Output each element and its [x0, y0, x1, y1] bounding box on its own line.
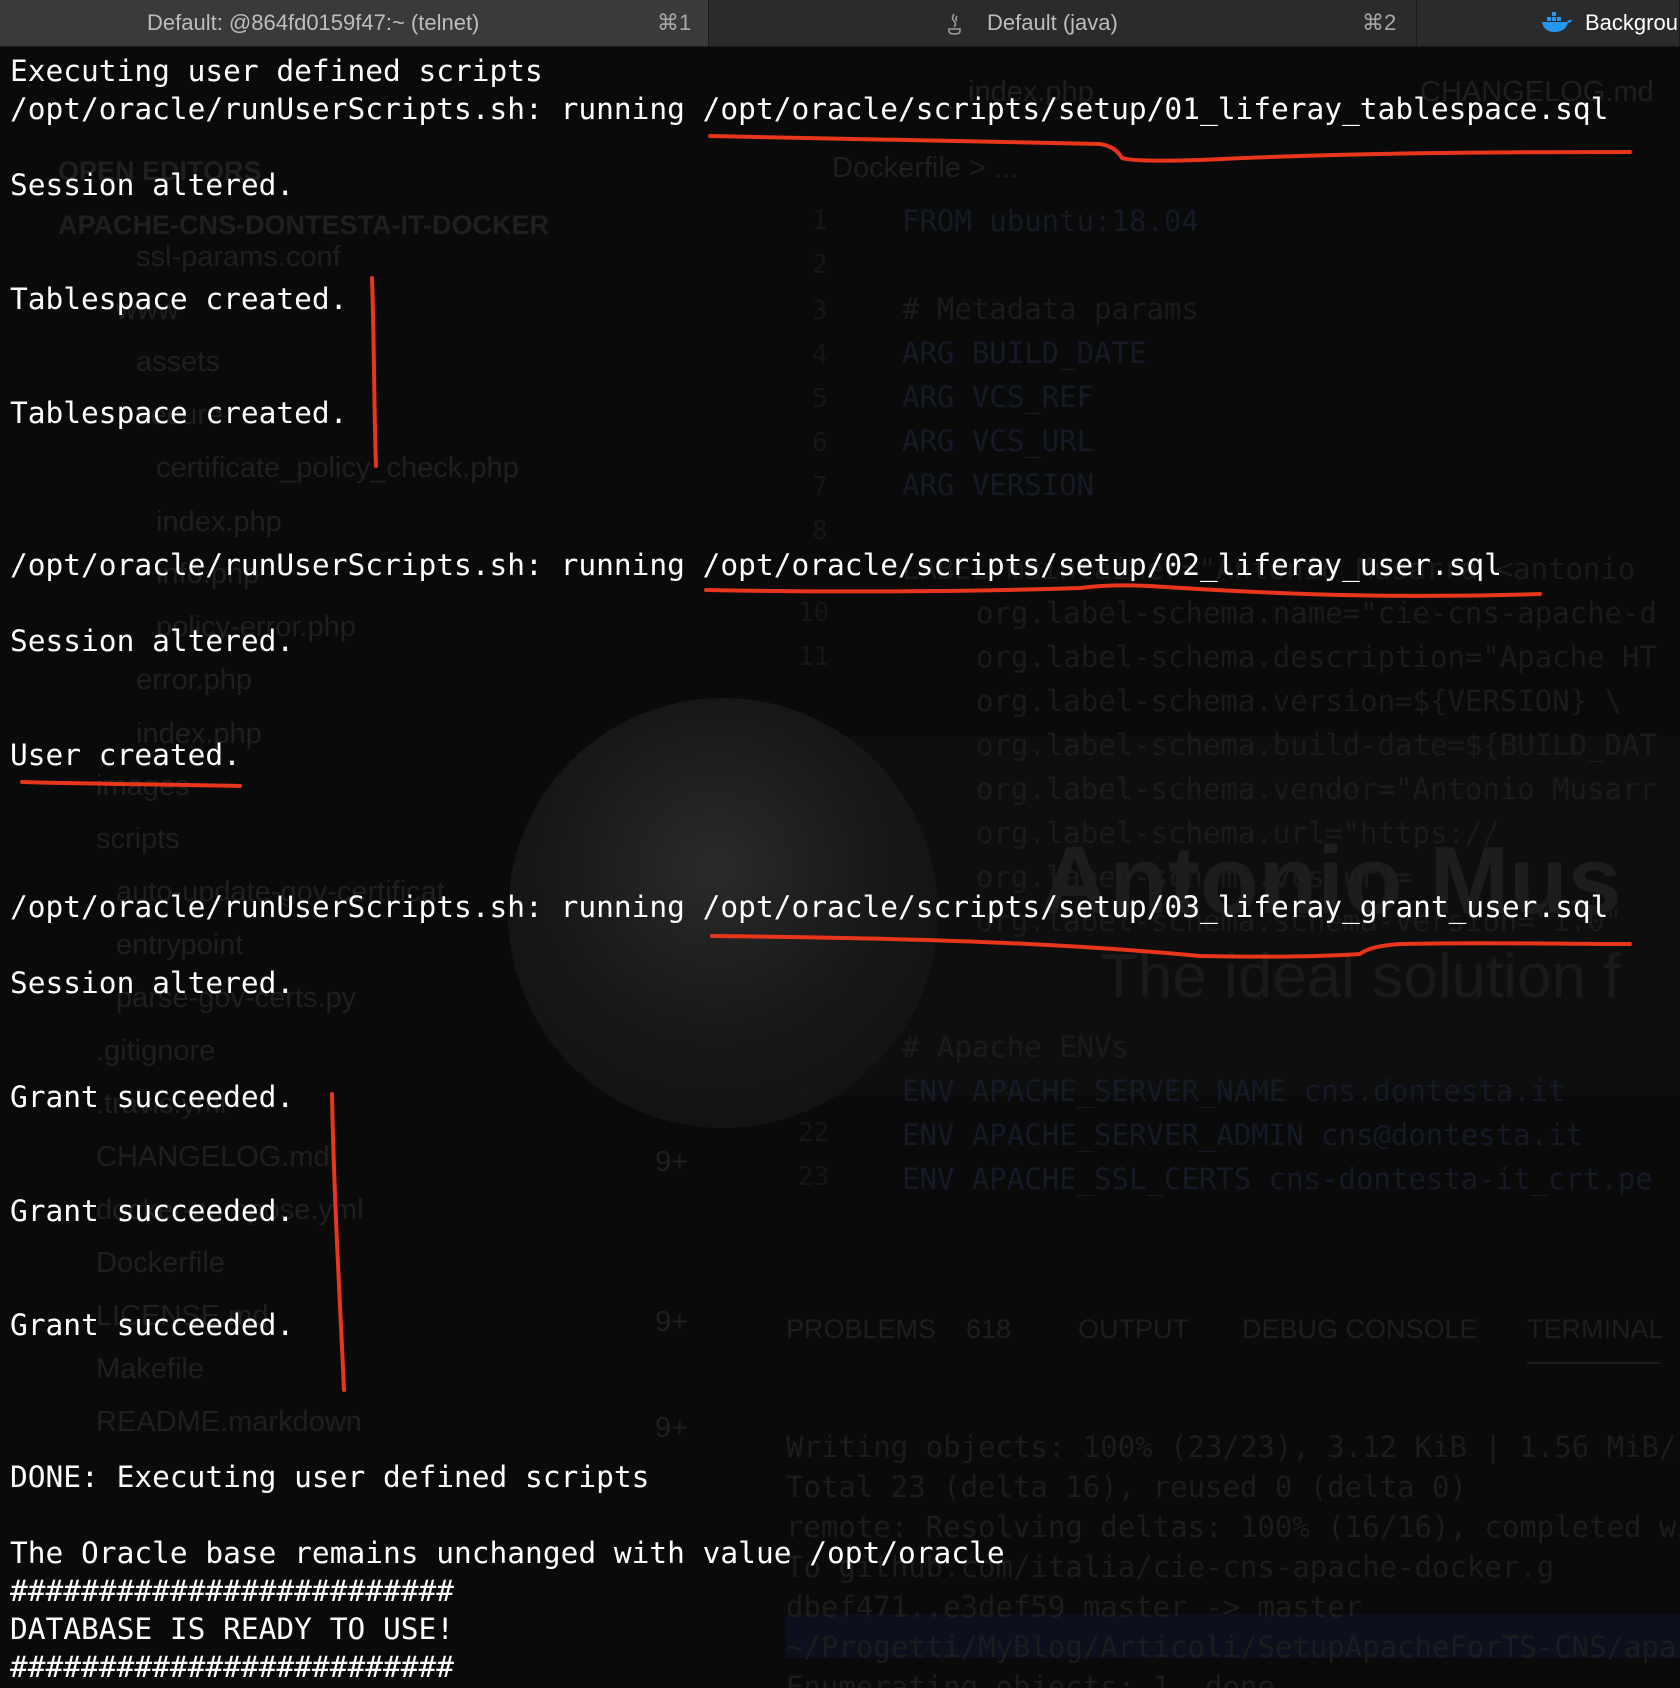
terminal-output[interactable]: Executing user defined scripts /opt/orac… — [0, 46, 1680, 1688]
terminal-line: DONE: Executing user defined scripts — [10, 1460, 650, 1494]
terminal-line: Session altered. — [10, 966, 295, 1000]
tab-background-session[interactable]: Backgrou — [1417, 0, 1680, 46]
terminal-line: /opt/oracle/runUserScripts.sh: running /… — [10, 92, 1609, 126]
terminal-line: Grant succeeded. — [10, 1194, 295, 1228]
docker-icon — [1541, 12, 1573, 40]
tab-telnet-session[interactable]: Default: @864fd0159f47:~ (telnet) ⌘1 — [0, 0, 709, 46]
terminal-line: ######################### — [10, 1574, 455, 1608]
terminal-line: ######################### — [10, 1650, 455, 1684]
terminal-line: Grant succeeded. — [10, 1080, 295, 1114]
terminal-line: User created. — [10, 738, 241, 772]
terminal-line: Executing user defined scripts — [10, 54, 543, 88]
terminal-line: The Oracle base remains unchanged with v… — [10, 1536, 1005, 1570]
terminal-line: /opt/oracle/runUserScripts.sh: running /… — [10, 548, 1502, 582]
tab-shortcut: ⌘1 — [657, 10, 692, 35]
tab-title: Default: @864fd0159f47:~ (telnet) — [147, 10, 480, 35]
tab-java-session[interactable]: Default (java) ⌘2 — [709, 0, 1417, 46]
terminal-line: DATABASE IS READY TO USE! — [10, 1612, 455, 1646]
terminal-line: Tablespace created. — [10, 282, 348, 316]
java-icon — [945, 11, 965, 43]
tab-bar: Default: @864fd0159f47:~ (telnet) ⌘1 Def… — [0, 0, 1680, 47]
tab-title: Default (java) — [987, 10, 1118, 35]
terminal-line: Grant succeeded. — [10, 1308, 295, 1342]
terminal-line: Session altered. — [10, 168, 295, 202]
terminal-line: Tablespace created. — [10, 396, 348, 430]
tab-title: Backgrou — [1585, 10, 1678, 35]
terminal-line: /opt/oracle/runUserScripts.sh: running /… — [10, 890, 1609, 924]
terminal-line: Session altered. — [10, 624, 295, 658]
tab-shortcut: ⌘2 — [1362, 10, 1397, 35]
